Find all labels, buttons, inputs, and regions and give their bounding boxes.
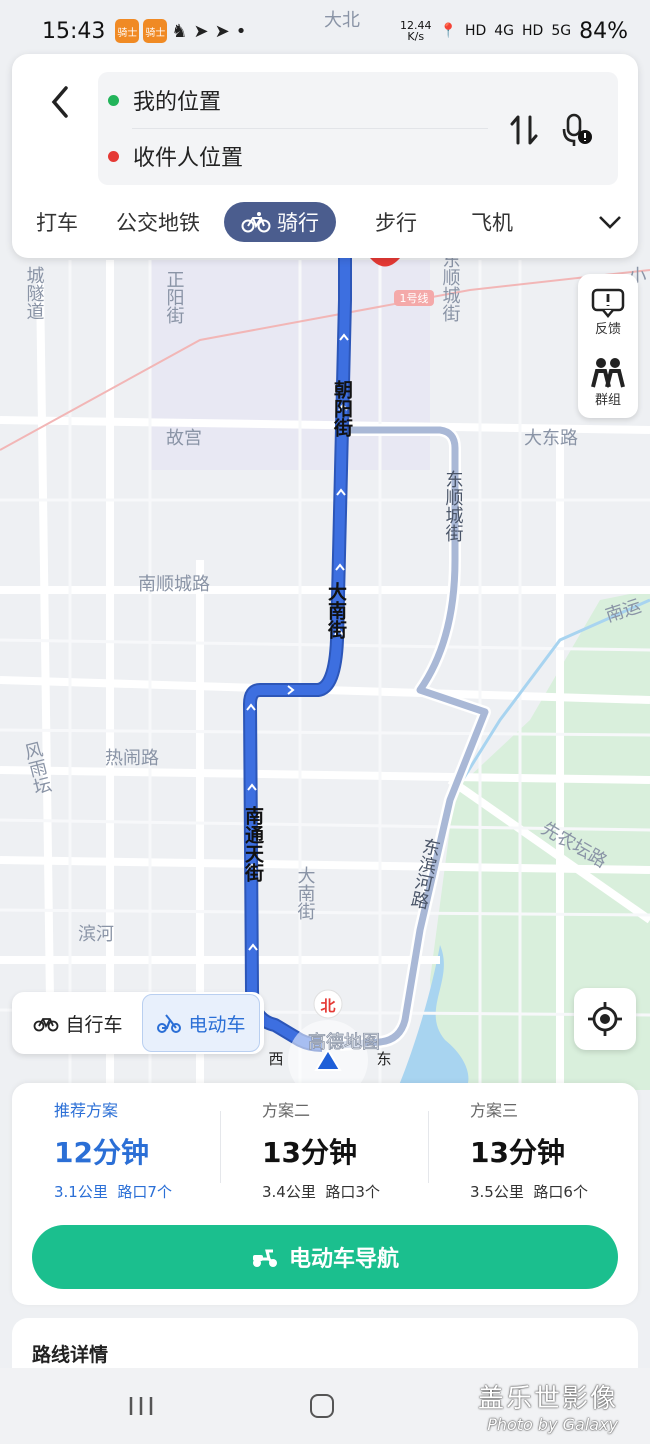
back-button[interactable] xyxy=(34,76,86,128)
voice-icon xyxy=(562,113,592,146)
compass-north-label: 北 xyxy=(320,997,335,1015)
group-label: 群组 xyxy=(594,392,621,408)
plan-name: 方案三 xyxy=(470,1101,519,1120)
destination-dot-icon xyxy=(108,150,119,162)
send-icon: ➤ xyxy=(193,20,209,42)
dot-icon: • xyxy=(235,20,247,42)
destination-field[interactable]: 收件人位置 xyxy=(108,136,243,176)
plan-option-3[interactable]: 方案三 13分钟 3.5公里 路口6个 xyxy=(470,1097,650,1207)
swap-icon xyxy=(510,115,538,145)
origin-dot-icon xyxy=(108,94,119,106)
plan-detail: 3.4公里 路口3个 xyxy=(262,1183,380,1201)
plan-time: 13分钟 xyxy=(262,1136,357,1169)
map-label-gu-gong: 故宫 xyxy=(166,428,202,449)
signal-4g: 4G xyxy=(494,23,515,39)
map-label-cheng-sui-dao: 城隧道 xyxy=(24,266,45,320)
travel-mode-tabs: 打车 公交地铁 骑行 步行 飞机 xyxy=(22,200,628,244)
plan-name: 方案二 xyxy=(262,1101,311,1120)
watermark-line-1: 盖乐世影像 xyxy=(478,1384,619,1414)
destination-text: 收件人位置 xyxy=(133,146,244,171)
map-label-da-nan-jie-2: 大南街 xyxy=(295,866,316,920)
notification-icon: ♞ xyxy=(171,20,188,42)
map-brand-logo: 高德地图 xyxy=(308,1032,380,1053)
status-right: 12.44 K/s 📍 HD 4G HD 5G 84% xyxy=(400,19,628,44)
battery-level: 84% xyxy=(579,18,628,44)
map-label-da-nan-jie: 大南街 xyxy=(325,581,348,640)
origin-text: 我的位置 xyxy=(133,90,222,115)
signal-5g: 5G xyxy=(551,23,572,39)
route-search-card: 我的位置 收件人位置 打车 公交地铁 骑行 步行 飞机 xyxy=(12,54,638,258)
feedback-button[interactable]: 反馈 xyxy=(578,278,638,346)
map-side-panel: 反馈 群组 xyxy=(578,274,638,418)
origin-field[interactable]: 我的位置 xyxy=(108,80,221,120)
hd-indicator-2: HD xyxy=(522,23,544,39)
bike-option[interactable]: 自行车 xyxy=(14,994,142,1052)
ebike-icon xyxy=(157,1014,182,1033)
status-bar: 15:43 骑士 骑士 ♞ ➤ ➤ • 12.44 K/s 📍 HD 4G HD… xyxy=(0,0,650,62)
plan-detail: 3.1公里 路口7个 xyxy=(54,1183,172,1201)
bike-icon xyxy=(241,212,271,233)
plan-time: 12分钟 xyxy=(54,1136,149,1169)
feedback-icon xyxy=(591,288,625,318)
more-modes-button[interactable] xyxy=(592,204,628,240)
bike-icon xyxy=(34,1018,59,1032)
plan-detail: 3.5公里 路口6个 xyxy=(470,1183,588,1201)
plan-option-2[interactable]: 方案二 13分钟 3.4公里 路口3个 xyxy=(262,1097,452,1207)
start-navigation-label: 电动车导航 xyxy=(288,1247,399,1272)
feedback-label: 反馈 xyxy=(594,321,621,337)
tab-ride-label: 骑行 xyxy=(277,211,319,235)
tab-taxi[interactable]: 打车 xyxy=(22,202,92,242)
plan-time: 13分钟 xyxy=(470,1136,565,1169)
home-button[interactable] xyxy=(310,1394,334,1418)
group-icon xyxy=(591,357,625,387)
plan-name: 推荐方案 xyxy=(54,1101,119,1120)
voice-button[interactable] xyxy=(556,108,600,152)
recent-apps-icon[interactable] xyxy=(128,1395,154,1417)
map-label-zheng-yang-jie: 正阳街 xyxy=(164,270,185,324)
plan-option-1[interactable]: 推荐方案 12分钟 3.1公里 路口7个 xyxy=(54,1097,244,1207)
map-label-bin-he: 滨河 xyxy=(78,924,114,945)
swap-button[interactable] xyxy=(502,108,546,152)
ebike-icon xyxy=(252,1249,277,1267)
photo-watermark: 盖乐世影像 Photo by Galaxy xyxy=(478,1378,618,1434)
tab-plane[interactable]: 飞机 xyxy=(456,202,528,242)
location-icon: 📍 xyxy=(439,23,457,39)
location-divider xyxy=(132,128,488,129)
ebike-option[interactable]: 电动车 xyxy=(142,994,260,1052)
tab-ride[interactable]: 骑行 xyxy=(224,202,336,242)
vehicle-toggle: 自行车 电动车 xyxy=(12,992,264,1054)
group-button[interactable]: 群组 xyxy=(578,348,638,416)
back-icon xyxy=(51,86,68,118)
map-label-dong-shun-cheng-jie-top: 东顺城街 xyxy=(440,250,461,322)
location-inputs: 我的位置 收件人位置 xyxy=(98,72,618,185)
map-label-da-dong-lu: 大东路 xyxy=(524,428,578,449)
map-label-re-nao-lu: 热闹路 xyxy=(105,748,159,769)
compass-west-label: 西 xyxy=(268,1050,283,1068)
route-plans-card: 推荐方案 12分钟 3.1公里 路口7个 方案二 13分钟 3.4公里 路口3个… xyxy=(12,1083,638,1305)
route-details-title: 路线详情 xyxy=(32,1344,109,1366)
app-badge-icon: 骑士 xyxy=(143,19,168,43)
tab-walk[interactable]: 步行 xyxy=(346,202,446,242)
chevron-down-icon xyxy=(599,216,621,229)
plan-divider xyxy=(428,1111,429,1183)
map-label-nan-tong-tian-jie: 南通天街 xyxy=(242,806,265,883)
watermark-line-2: Photo by Galaxy xyxy=(487,1415,619,1434)
send-icon: ➤ xyxy=(214,20,230,42)
locate-button[interactable] xyxy=(574,988,636,1050)
app-badge-icon: 骑士 xyxy=(115,19,140,43)
map-label-chao-yang-jie: 朝阳街 xyxy=(331,380,354,438)
ebike-option-label: 电动车 xyxy=(188,1013,246,1036)
network-speed: 12.44 K/s xyxy=(400,19,432,43)
map-label-dong-shun-cheng-jie: 东顺城街 xyxy=(443,470,464,542)
locate-icon xyxy=(588,1002,622,1036)
tab-bus-subway[interactable]: 公交地铁 xyxy=(102,202,214,242)
bike-option-label: 自行车 xyxy=(65,1013,123,1036)
plan-divider xyxy=(220,1111,221,1183)
map-label-nan-shun-cheng-lu: 南顺城路 xyxy=(138,574,210,595)
status-time: 15:43 xyxy=(42,18,106,44)
start-navigation-button[interactable]: 电动车导航 xyxy=(32,1225,618,1289)
subway-line-label: 1号线 xyxy=(400,291,429,305)
hd-indicator: HD xyxy=(464,23,487,39)
